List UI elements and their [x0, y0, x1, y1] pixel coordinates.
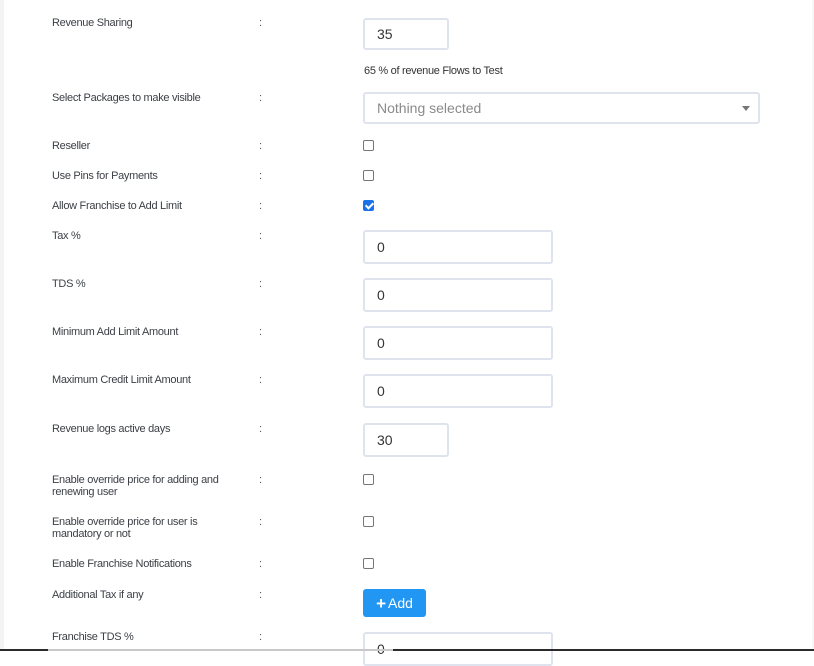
plus-icon: +	[376, 593, 386, 613]
separator: :	[259, 516, 263, 528]
separator: :	[259, 278, 263, 290]
separator: :	[259, 170, 263, 182]
revenue-logs-days-input[interactable]	[363, 423, 449, 457]
add-tax-button-label: Add	[388, 595, 413, 611]
use-pins-checkbox[interactable]	[363, 170, 374, 181]
revenue-sharing-hint: 65 % of revenue Flows to Test	[364, 65, 503, 77]
tax-input[interactable]	[363, 230, 553, 264]
separator: :	[259, 423, 263, 435]
separator: :	[259, 17, 263, 29]
additional-tax-label: Additional Tax if any	[52, 589, 144, 601]
revenue-logs-days-label: Revenue logs active days	[52, 423, 171, 435]
override-price-mandatory-checkbox[interactable]	[363, 516, 374, 527]
override-price-add-renew-checkbox[interactable]	[363, 474, 374, 485]
packages-label: Select Packages to make visible	[52, 92, 201, 104]
tds-label: TDS %	[52, 278, 86, 290]
separator: :	[259, 92, 263, 104]
use-pins-label: Use Pins for Payments	[52, 170, 158, 182]
separator: :	[259, 631, 263, 643]
franchise-notifications-checkbox[interactable]	[363, 558, 374, 569]
separator: :	[259, 474, 263, 486]
packages-select[interactable]: Nothing selected	[363, 92, 760, 124]
min-add-limit-label: Minimum Add Limit Amount	[52, 326, 179, 338]
revenue-sharing-label: Revenue Sharing	[52, 17, 133, 29]
franchise-tds-label: Franchise TDS %	[52, 631, 134, 643]
revenue-sharing-input[interactable]	[363, 18, 449, 50]
separator: :	[259, 326, 263, 338]
min-add-limit-input[interactable]	[363, 326, 553, 360]
separator: :	[259, 230, 263, 242]
tds-input[interactable]	[363, 278, 553, 312]
allow-add-limit-label: Allow Franchise to Add Limit	[52, 200, 182, 212]
packages-placeholder: Nothing selected	[377, 100, 482, 116]
separator: :	[259, 589, 263, 601]
reseller-label: Reseller	[52, 140, 90, 152]
reseller-checkbox[interactable]	[363, 140, 374, 151]
override-price-add-renew-label: Enable override price for adding and ren…	[52, 474, 219, 498]
max-credit-limit-label: Maximum Credit Limit Amount	[52, 374, 191, 386]
separator: :	[259, 558, 263, 570]
separator: :	[259, 140, 263, 152]
separator: :	[259, 374, 263, 386]
left-gutter	[0, 0, 4, 651]
allow-add-limit-checkbox[interactable]	[363, 200, 374, 211]
override-price-mandatory-label: Enable override price for user is mandat…	[52, 516, 198, 540]
add-tax-button[interactable]: + Add	[363, 589, 426, 617]
franchise-notifications-label: Enable Franchise Notifications	[52, 558, 192, 570]
separator: :	[259, 200, 263, 212]
caret-down-icon	[742, 106, 750, 111]
max-credit-limit-input[interactable]	[363, 374, 553, 408]
tax-label: Tax %	[52, 230, 81, 242]
